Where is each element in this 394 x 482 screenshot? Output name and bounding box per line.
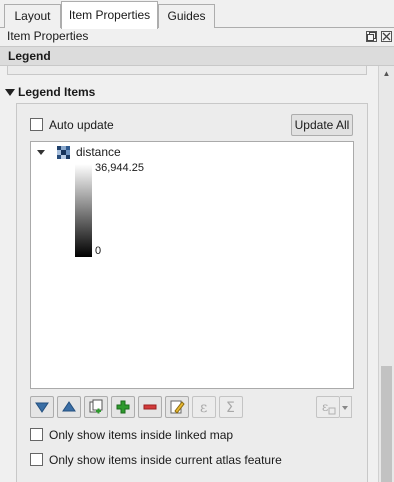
section-title: Legend: [8, 49, 51, 63]
dock-title-bar: Item Properties: [0, 28, 394, 46]
update-all-button[interactable]: Update All: [291, 114, 353, 136]
ramp-min-label: 0: [95, 245, 102, 257]
legend-tree[interactable]: distance 36,944.25 0: [30, 141, 354, 389]
add-group-button[interactable]: [84, 396, 108, 418]
filter-expression-icon: ε: [322, 400, 336, 415]
filter-dropdown-button[interactable]: [340, 396, 352, 418]
ramp-max-label: 36,944.25: [95, 162, 144, 174]
linked-map-label: Only show items inside linked map: [49, 428, 234, 442]
scrollbar-thumb[interactable]: [381, 366, 392, 482]
layer-name: distance: [76, 145, 121, 159]
remove-item-icon: [143, 404, 157, 410]
close-dock-button[interactable]: [381, 31, 392, 42]
panel-scrollbar[interactable]: ▲: [378, 66, 394, 482]
raster-layer-icon: [57, 146, 70, 159]
tab-layout[interactable]: Layout: [4, 4, 61, 28]
close-icon: [382, 32, 391, 41]
float-icon: [367, 32, 376, 41]
expression-button[interactable]: ε: [192, 396, 216, 418]
move-up-button[interactable]: [57, 396, 81, 418]
auto-update-label: Auto update: [49, 118, 114, 132]
filter-expression-button[interactable]: ε: [316, 396, 340, 418]
add-item-icon: [116, 400, 130, 414]
move-down-icon: [35, 402, 49, 413]
chevron-down-icon: [342, 406, 348, 410]
color-ramp: [75, 164, 92, 257]
svg-text:ε: ε: [200, 400, 207, 415]
previous-group-box: [7, 66, 367, 75]
remove-item-button[interactable]: [138, 396, 162, 418]
add-group-icon: [89, 399, 103, 414]
count-icon: Σ: [226, 400, 235, 415]
float-dock-button[interactable]: [366, 31, 377, 42]
expression-icon: ε: [200, 400, 207, 415]
auto-update-checkbox[interactable]: [30, 118, 43, 131]
svg-text:Σ: Σ: [226, 400, 235, 415]
panel-title: Item Properties: [7, 29, 89, 43]
move-up-icon: [62, 401, 76, 412]
collapse-toggle-icon[interactable]: [5, 89, 15, 96]
linked-map-checkbox[interactable]: [30, 428, 43, 441]
svg-text:ε: ε: [322, 400, 328, 414]
legend-toolbar: ε Σ ε: [30, 396, 360, 420]
section-header: Legend: [0, 46, 394, 66]
tab-guides[interactable]: Guides: [158, 4, 215, 28]
count-button[interactable]: Σ: [219, 396, 243, 418]
tab-item-properties[interactable]: Item Properties: [61, 1, 158, 29]
atlas-feature-label: Only show items inside current atlas fea…: [49, 453, 282, 467]
add-item-button[interactable]: [111, 396, 135, 418]
edit-item-icon: [170, 400, 185, 414]
tab-bar: Layout Item Properties Guides: [0, 0, 394, 29]
legend-items-group-title[interactable]: Legend Items: [18, 85, 95, 99]
move-down-button[interactable]: [30, 396, 54, 418]
scroll-up-icon[interactable]: ▲: [379, 66, 394, 82]
expand-toggle-icon[interactable]: [37, 150, 45, 155]
edit-item-button[interactable]: [165, 396, 189, 418]
properties-panel: Legend Items Auto update Update All dist…: [0, 66, 378, 482]
atlas-feature-checkbox[interactable]: [30, 453, 43, 466]
